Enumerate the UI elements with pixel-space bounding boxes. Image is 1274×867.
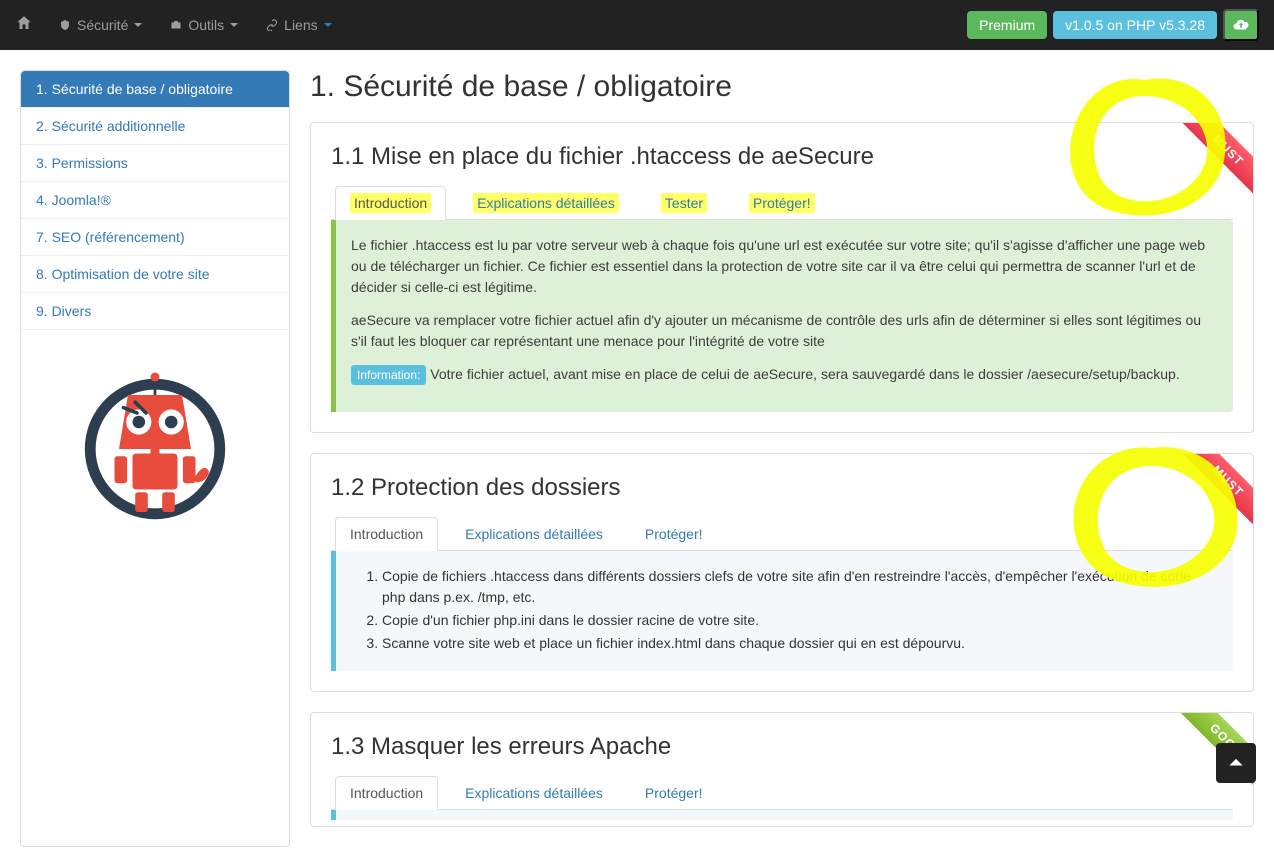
sidebar-item-8[interactable]: 8. Optimisation de votre site <box>21 256 289 293</box>
tab-introduction[interactable]: Introduction <box>335 517 438 551</box>
home-icon[interactable] <box>15 14 33 37</box>
chevron-down-icon <box>324 23 332 27</box>
shield-icon <box>59 19 71 31</box>
sidebar-list: 1. Sécurité de base / obligatoire 2. Séc… <box>21 71 289 330</box>
tab-introduction[interactable]: Introduction <box>335 776 438 810</box>
panel-1-1-p1: Le fichier .htaccess est lu par votre se… <box>351 235 1218 298</box>
list-item: Copie d'un fichier php.ini dans le dossi… <box>382 610 1218 631</box>
tab-tester[interactable]: Tester <box>646 186 722 220</box>
menu-outils-label: Outils <box>188 17 224 33</box>
version-button[interactable]: v1.0.5 on PHP v5.3.28 <box>1053 11 1217 39</box>
panel-1-1-info: Information: Votre fichier actuel, avant… <box>351 364 1218 385</box>
menu-liens[interactable]: Liens <box>254 7 343 43</box>
chevron-down-icon <box>230 23 238 27</box>
tabs-1-1: Introduction Explications détaillées Tes… <box>331 185 1233 220</box>
cloud-upload-button[interactable] <box>1223 9 1259 41</box>
list-item: Copie de fichiers .htaccess dans différe… <box>382 566 1218 608</box>
panel-1-1-p2: aeSecure va remplacer votre fichier actu… <box>351 310 1218 352</box>
link-icon <box>266 19 278 31</box>
tab-explications[interactable]: Explications détaillées <box>458 186 634 220</box>
panel-1-1-title: 1.1 Mise en place du fichier .htaccess d… <box>331 143 1233 171</box>
menu-securite-label: Sécurité <box>77 17 128 33</box>
tab-proteger[interactable]: Protéger! <box>630 517 718 551</box>
sidebar-item-2[interactable]: 2. Sécurité additionnelle <box>21 108 289 145</box>
main-content: 1. Sécurité de base / obligatoire MUST 1… <box>310 70 1254 847</box>
tab-explications[interactable]: Explications détaillées <box>450 776 618 810</box>
panel-1-2: MUST 1.2 Protection des dossiers Introdu… <box>310 453 1254 692</box>
sidebar-item-7[interactable]: 7. SEO (référencement) <box>21 219 289 256</box>
menu-liens-label: Liens <box>284 17 317 33</box>
page-title: 1. Sécurité de base / obligatoire <box>310 70 1254 104</box>
panel-1-3: GOOD 1.3 Masquer les erreurs Apache Intr… <box>310 712 1254 827</box>
tabs-1-3: Introduction Explications détaillées Pro… <box>331 775 1233 810</box>
panel-1-3-title: 1.3 Masquer les erreurs Apache <box>331 733 1233 761</box>
menu-outils[interactable]: Outils <box>158 7 250 43</box>
list-item: Scanne votre site web et place un fichie… <box>382 633 1218 654</box>
robot-mascot <box>21 330 289 553</box>
info-text: Votre fichier actuel, avant mise en plac… <box>426 366 1179 382</box>
menu-securite[interactable]: Sécurité <box>47 7 154 43</box>
cloud-upload-icon <box>1232 16 1250 34</box>
premium-button[interactable]: Premium <box>967 11 1047 39</box>
sidebar-item-4[interactable]: 4. Joomla!® <box>21 182 289 219</box>
top-navbar: Sécurité Outils Liens Premium v1.0.5 on … <box>0 0 1274 50</box>
panel-1-2-body: Copie de fichiers .htaccess dans différe… <box>331 551 1233 671</box>
tab-proteger[interactable]: Protéger! <box>630 776 718 810</box>
info-label: Information: <box>351 365 426 385</box>
sidebar-item-9[interactable]: 9. Divers <box>21 293 289 330</box>
sidebar-item-1[interactable]: 1. Sécurité de base / obligatoire <box>21 71 289 108</box>
sidebar-item-3[interactable]: 3. Permissions <box>21 145 289 182</box>
sidebar: 1. Sécurité de base / obligatoire 2. Séc… <box>20 70 290 847</box>
panel-1-1: MUST 1.1 Mise en place du fichier .htacc… <box>310 122 1254 433</box>
chevron-up-icon <box>1226 753 1246 773</box>
nav-left: Sécurité Outils Liens <box>15 7 344 43</box>
nav-right: Premium v1.0.5 on PHP v5.3.28 <box>967 9 1259 41</box>
scroll-to-top-button[interactable] <box>1216 743 1256 783</box>
tab-proteger[interactable]: Protéger! <box>734 186 830 220</box>
toolbox-icon <box>170 19 182 31</box>
panel-1-3-body <box>331 810 1233 820</box>
tab-introduction[interactable]: Introduction <box>335 186 446 220</box>
robot-icon <box>65 350 245 530</box>
chevron-down-icon <box>134 23 142 27</box>
tabs-1-2: Introduction Explications détaillées Pro… <box>331 516 1233 551</box>
tab-explications[interactable]: Explications détaillées <box>450 517 618 551</box>
panel-1-1-body: Le fichier .htaccess est lu par votre se… <box>331 220 1233 412</box>
panel-1-2-title: 1.2 Protection des dossiers <box>331 474 1233 502</box>
